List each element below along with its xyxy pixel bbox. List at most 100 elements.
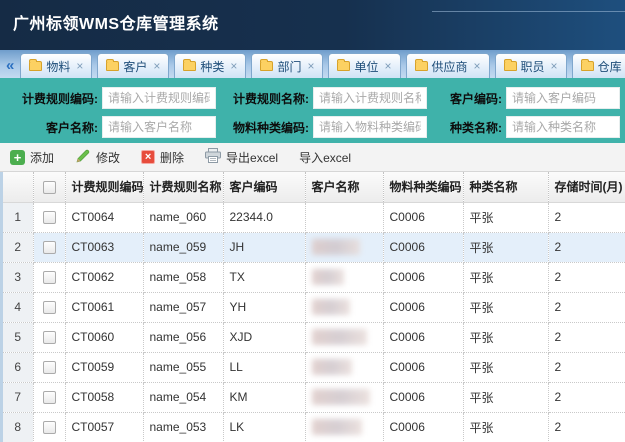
row-number: 1 bbox=[3, 202, 33, 232]
customer-name-input[interactable] bbox=[102, 116, 216, 138]
cell: 2 bbox=[548, 322, 625, 352]
tab-close-icon[interactable]: × bbox=[307, 59, 314, 73]
row-checkbox[interactable] bbox=[43, 301, 56, 314]
row-number: 2 bbox=[3, 232, 33, 262]
tab-warehouse[interactable]: 仓库× bbox=[572, 53, 625, 78]
redacted-customer-name bbox=[312, 269, 344, 285]
tab-material[interactable]: 物料× bbox=[20, 53, 92, 78]
tab-category[interactable]: 种类× bbox=[174, 53, 246, 78]
edit-label: 修改 bbox=[96, 149, 120, 166]
cell: C0006 bbox=[383, 202, 463, 232]
delete-icon: × bbox=[141, 150, 155, 164]
cell: 平张 bbox=[463, 352, 548, 382]
import-excel-label: 导入excel bbox=[299, 149, 351, 166]
row-checkbox[interactable] bbox=[43, 271, 56, 284]
tab-close-icon[interactable]: × bbox=[474, 59, 481, 73]
tab-label: 客户 bbox=[123, 58, 147, 75]
tab-supplier[interactable]: 供应商× bbox=[406, 53, 490, 78]
tab-close-icon[interactable]: × bbox=[551, 59, 558, 73]
material-type-code-input[interactable] bbox=[313, 116, 427, 138]
filter-field-billing-rule-name: 计费规则名称: bbox=[216, 87, 427, 109]
tab-unit[interactable]: 单位 × bbox=[328, 53, 400, 78]
cell: CT0061 bbox=[65, 292, 143, 322]
column-header[interactable]: 客户编码 bbox=[223, 172, 305, 202]
export-excel-button[interactable]: 导出excel bbox=[205, 148, 278, 166]
tab-bar: « 物料×客户×种类×部门×单位×供应商×职员×仓库× bbox=[0, 50, 625, 78]
table-row[interactable]: 6CT0059name_055LLC0006平张2 bbox=[3, 352, 625, 382]
collapse-tabs-icon[interactable]: « bbox=[6, 57, 14, 74]
table-row[interactable]: 7CT0058name_054KMC0006平张2 bbox=[3, 382, 625, 412]
cell: C0006 bbox=[383, 292, 463, 322]
row-checkbox[interactable] bbox=[43, 391, 56, 404]
column-header[interactable]: 存储时间(月) bbox=[548, 172, 625, 202]
cell: name_055 bbox=[143, 352, 223, 382]
filter-label: 客户名称: bbox=[5, 119, 102, 136]
delete-button[interactable]: × 删除 bbox=[141, 149, 184, 166]
table-row[interactable]: 4CT0061name_057YHC0006平张2 bbox=[3, 292, 625, 322]
cell: CT0058 bbox=[65, 382, 143, 412]
tab-close-icon[interactable]: × bbox=[153, 59, 160, 73]
type-name-input[interactable] bbox=[506, 116, 620, 138]
customer-code-input[interactable] bbox=[506, 87, 620, 109]
row-checkbox[interactable] bbox=[43, 421, 56, 434]
billing-rule-code-input[interactable] bbox=[102, 87, 216, 109]
cell: name_056 bbox=[143, 322, 223, 352]
cell bbox=[305, 412, 383, 442]
import-excel-button[interactable]: 导入excel bbox=[299, 149, 351, 166]
table-header-row: 计费规则编码计费规则名称客户编码客户名称物料种类编码种类名称存储时间(月) bbox=[3, 172, 625, 202]
table-row[interactable]: 5CT0060name_056XJDC0006平张2 bbox=[3, 322, 625, 352]
cell: C0006 bbox=[383, 352, 463, 382]
cell: C0006 bbox=[383, 412, 463, 442]
cell: 2 bbox=[548, 352, 625, 382]
cell: 平张 bbox=[463, 232, 548, 262]
row-select-cell bbox=[33, 292, 65, 322]
edit-button[interactable]: 修改 bbox=[75, 148, 120, 167]
add-button[interactable]: + 添加 bbox=[10, 149, 54, 166]
add-label: 添加 bbox=[30, 149, 54, 166]
cell: 2 bbox=[548, 232, 625, 262]
tab-label: 部门 bbox=[277, 58, 301, 75]
cell bbox=[305, 292, 383, 322]
cell bbox=[305, 202, 383, 232]
tab-label: 单位 bbox=[354, 58, 378, 75]
row-checkbox[interactable] bbox=[43, 241, 56, 254]
folder-icon bbox=[581, 61, 594, 71]
cell: CT0060 bbox=[65, 322, 143, 352]
folder-icon bbox=[183, 61, 196, 71]
cell: 平张 bbox=[463, 202, 548, 232]
column-header[interactable]: 计费规则编码 bbox=[65, 172, 143, 202]
cell bbox=[305, 232, 383, 262]
tab-customer[interactable]: 客户 × bbox=[97, 53, 169, 78]
cell: name_060 bbox=[143, 202, 223, 232]
filter-panel: 计费规则编码:计费规则名称:客户编码:客户名称:物料种类编码:种类名称: bbox=[0, 78, 625, 143]
table-row[interactable]: 8CT0057name_053LKC0006平张2 bbox=[3, 412, 625, 442]
column-header[interactable]: 物料种类编码 bbox=[383, 172, 463, 202]
table-row[interactable]: 1CT0064name_06022344.0C0006平张2 bbox=[3, 202, 625, 232]
cell: 2 bbox=[548, 412, 625, 442]
column-header[interactable]: 种类名称 bbox=[463, 172, 548, 202]
cell: 平张 bbox=[463, 262, 548, 292]
table-row[interactable]: 2CT0063name_059JHC0006平张2 bbox=[3, 232, 625, 262]
cell: CT0063 bbox=[65, 232, 143, 262]
tab-close-icon[interactable]: × bbox=[76, 59, 83, 73]
billing-rule-name-input[interactable] bbox=[313, 87, 427, 109]
row-checkbox[interactable] bbox=[43, 331, 56, 344]
tab-close-icon[interactable]: × bbox=[384, 59, 391, 73]
select-all-checkbox[interactable] bbox=[43, 181, 56, 194]
cell bbox=[305, 322, 383, 352]
cell: CT0059 bbox=[65, 352, 143, 382]
tab-department[interactable]: 部门 × bbox=[251, 53, 323, 78]
row-checkbox[interactable] bbox=[43, 211, 56, 224]
table-row[interactable]: 3CT0062name_058TXC0006平张2 bbox=[3, 262, 625, 292]
tab-staff[interactable]: 职员× bbox=[495, 53, 567, 78]
tab-close-icon[interactable]: × bbox=[230, 59, 237, 73]
cell: C0006 bbox=[383, 382, 463, 412]
redacted-customer-name bbox=[312, 329, 367, 345]
cell: 平张 bbox=[463, 412, 548, 442]
app-title: 广州标领WMS仓库管理系统 bbox=[0, 0, 625, 50]
cell: CT0057 bbox=[65, 412, 143, 442]
column-header[interactable]: 计费规则名称 bbox=[143, 172, 223, 202]
pencil-icon bbox=[75, 148, 91, 167]
row-checkbox[interactable] bbox=[43, 361, 56, 374]
column-header[interactable]: 客户名称 bbox=[305, 172, 383, 202]
